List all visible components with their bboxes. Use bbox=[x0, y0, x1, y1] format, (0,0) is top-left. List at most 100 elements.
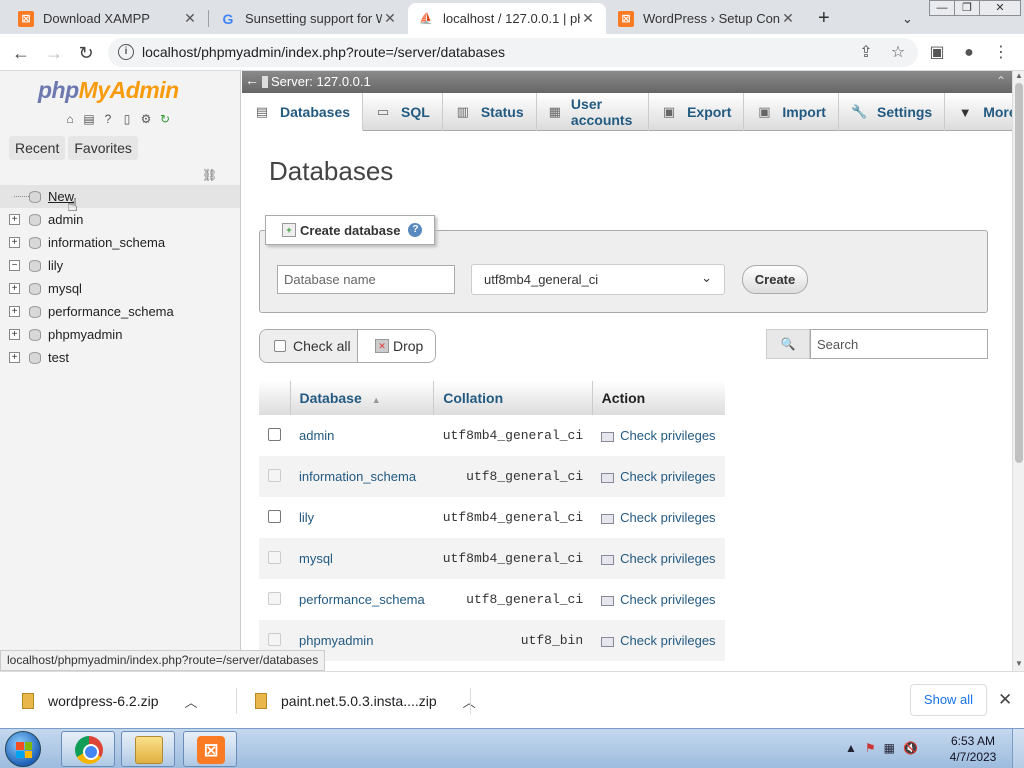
url-text[interactable]: localhost/phpmyadmin/index.php?route=/se… bbox=[142, 44, 505, 60]
share-icon[interactable]: ⇪ bbox=[855, 42, 877, 64]
kebab-menu-icon[interactable]: ⋮ bbox=[990, 42, 1012, 64]
volume-muted-icon[interactable]: 🔇 bbox=[903, 741, 918, 755]
database-name-input[interactable] bbox=[277, 265, 455, 294]
bookmark-star-icon[interactable]: ☆ bbox=[887, 42, 909, 64]
tree-item-label[interactable]: information_schema bbox=[48, 235, 165, 250]
tree-item-test[interactable]: + test bbox=[0, 346, 240, 369]
close-tab-icon[interactable]: ✕ bbox=[382, 10, 398, 27]
logout-icon[interactable]: ▤ bbox=[81, 111, 97, 127]
check-privileges-link[interactable]: Check privileges bbox=[592, 415, 725, 456]
database-name-link[interactable]: information_schema bbox=[290, 456, 434, 497]
taskbar-clock[interactable]: 6:53 AM 4/7/2023 bbox=[940, 733, 1006, 765]
tree-item-label[interactable]: test bbox=[48, 350, 69, 365]
tab-more[interactable]: ▼ More bbox=[945, 93, 1012, 131]
server-label[interactable]: Server: 127.0.0.1 bbox=[271, 74, 371, 89]
close-tab-icon[interactable]: ✕ bbox=[780, 10, 796, 27]
recent-tab[interactable]: Recent bbox=[9, 136, 66, 160]
download-item-paintnet[interactable]: paint.net.5.0.3.insta....zip ︿ bbox=[255, 684, 476, 718]
gear-icon[interactable]: ⚙ bbox=[138, 111, 154, 127]
tab-export[interactable]: ▣ Export bbox=[649, 93, 745, 131]
site-info-icon[interactable]: i bbox=[118, 44, 134, 60]
home-icon[interactable]: ⌂ bbox=[62, 111, 78, 127]
main-scrollbar[interactable]: ▲ ▼ bbox=[1012, 71, 1024, 671]
expand-icon[interactable]: + bbox=[9, 283, 20, 294]
scrollbar-thumb[interactable] bbox=[1015, 83, 1023, 463]
expand-icon[interactable]: + bbox=[9, 306, 20, 317]
tree-item-information-schema[interactable]: + information_schema bbox=[0, 231, 240, 254]
collation-select[interactable]: utf8mb4_general_ci ⌄ bbox=[471, 264, 725, 295]
database-name-link[interactable]: lily bbox=[290, 497, 434, 538]
check-privileges-link[interactable]: Check privileges bbox=[592, 497, 725, 538]
browser-tab-sunsetting[interactable]: G Sunsetting support for W ✕ bbox=[210, 3, 408, 34]
scroll-up-icon[interactable]: ▲ bbox=[1014, 71, 1024, 80]
tab-search-chevron-icon[interactable]: ⌄ bbox=[892, 3, 922, 34]
address-bar[interactable]: i localhost/phpmyadmin/index.php?route=/… bbox=[108, 38, 918, 67]
close-window-icon[interactable]: ✕ bbox=[979, 0, 1021, 16]
action-center-flag-icon[interactable]: ⚑ bbox=[865, 741, 876, 755]
collapse-icon[interactable]: − bbox=[9, 260, 20, 271]
taskbar-file-explorer[interactable] bbox=[121, 731, 175, 767]
create-button[interactable]: Create bbox=[742, 265, 808, 294]
tab-import[interactable]: ▣ Import bbox=[744, 93, 839, 131]
tree-item-mysql[interactable]: + mysql bbox=[0, 277, 240, 300]
check-privileges-link[interactable]: Check privileges bbox=[592, 579, 725, 620]
show-desktop-button[interactable] bbox=[1012, 729, 1024, 768]
close-tab-icon[interactable]: ✕ bbox=[580, 10, 596, 27]
tab-sql[interactable]: ▭ SQL bbox=[363, 93, 443, 131]
help-icon[interactable]: ? bbox=[100, 111, 116, 127]
tree-item-label[interactable]: lily bbox=[48, 258, 63, 273]
download-item-wordpress[interactable]: wordpress-6.2.zip ︿ bbox=[22, 684, 198, 718]
database-name-link[interactable]: performance_schema bbox=[290, 579, 434, 620]
forward-arrow-icon[interactable]: → bbox=[41, 40, 67, 66]
network-icon[interactable]: ▦ bbox=[884, 741, 895, 755]
reload-icon[interactable]: ↻ bbox=[73, 40, 99, 66]
tree-item-label[interactable]: phpmyadmin bbox=[48, 327, 122, 342]
profile-avatar-icon[interactable]: ● bbox=[958, 42, 980, 64]
refresh-icon[interactable]: ↻ bbox=[157, 111, 173, 127]
expand-icon[interactable]: + bbox=[9, 352, 20, 363]
browser-tab-wordpress-setup[interactable]: ⊠ WordPress › Setup Config ✕ bbox=[608, 3, 806, 34]
expand-icon[interactable]: + bbox=[9, 329, 20, 340]
link-with-main-panel-icon[interactable]: ⛓ bbox=[202, 168, 217, 182]
tray-expand-icon[interactable]: ▲ bbox=[845, 741, 857, 755]
check-privileges-link[interactable]: Check privileges bbox=[592, 620, 725, 661]
tab-databases[interactable]: ▤ Databases bbox=[242, 93, 364, 131]
close-shelf-icon[interactable]: ✕ bbox=[998, 690, 1012, 710]
header-database[interactable]: Database ▲ bbox=[290, 381, 435, 415]
scroll-down-icon[interactable]: ▼ bbox=[1014, 659, 1024, 668]
phpmyadmin-logo[interactable]: phpMyAdmin bbox=[38, 77, 179, 104]
start-button[interactable] bbox=[5, 731, 41, 767]
search-input[interactable] bbox=[810, 329, 988, 359]
help-icon[interactable]: ? bbox=[408, 223, 423, 237]
tree-item-label[interactable]: admin bbox=[48, 212, 83, 227]
browser-tab-phpmyadmin[interactable]: ⛵ localhost / 127.0.0.1 | php ✕ bbox=[408, 3, 606, 34]
taskbar-chrome[interactable] bbox=[61, 731, 115, 767]
docs-icon[interactable]: ▯ bbox=[119, 111, 135, 127]
database-name-link[interactable]: mysql bbox=[290, 538, 434, 579]
header-collation[interactable]: Collation bbox=[433, 381, 593, 415]
new-tab-button[interactable]: + bbox=[812, 3, 842, 34]
row-checkbox[interactable] bbox=[268, 509, 281, 523]
tab-status[interactable]: ▥ Status bbox=[443, 93, 537, 131]
check-privileges-link[interactable]: Check privileges bbox=[592, 456, 725, 497]
tab-settings[interactable]: 🔧 Settings bbox=[839, 93, 946, 131]
tree-item-label[interactable]: mysql bbox=[48, 281, 82, 296]
side-panel-icon[interactable]: ▣ bbox=[926, 42, 948, 64]
drop-button[interactable]: ✕ Drop bbox=[358, 330, 435, 362]
tree-item-lily[interactable]: − lily bbox=[0, 254, 240, 277]
expand-icon[interactable]: + bbox=[9, 214, 20, 225]
show-all-downloads-button[interactable]: Show all bbox=[910, 684, 987, 716]
collapse-nav-arrow-icon[interactable]: ← bbox=[245, 72, 259, 88]
tree-item-new[interactable]: New bbox=[0, 185, 240, 208]
check-all-button[interactable]: Check all bbox=[260, 330, 358, 362]
check-privileges-link[interactable]: Check privileges bbox=[592, 538, 725, 579]
chevron-up-icon[interactable]: ︿ bbox=[185, 692, 198, 711]
close-tab-icon[interactable]: ✕ bbox=[182, 10, 198, 27]
back-arrow-icon[interactable]: ← bbox=[8, 40, 34, 66]
row-checkbox[interactable] bbox=[268, 427, 281, 441]
tab-user-accounts[interactable]: ▦ User accounts bbox=[537, 93, 650, 131]
favorites-tab[interactable]: Favorites bbox=[68, 136, 138, 160]
tree-item-performance-schema[interactable]: + performance_schema bbox=[0, 300, 240, 323]
expand-icon[interactable]: + bbox=[9, 237, 20, 248]
tree-item-label[interactable]: performance_schema bbox=[48, 304, 174, 319]
